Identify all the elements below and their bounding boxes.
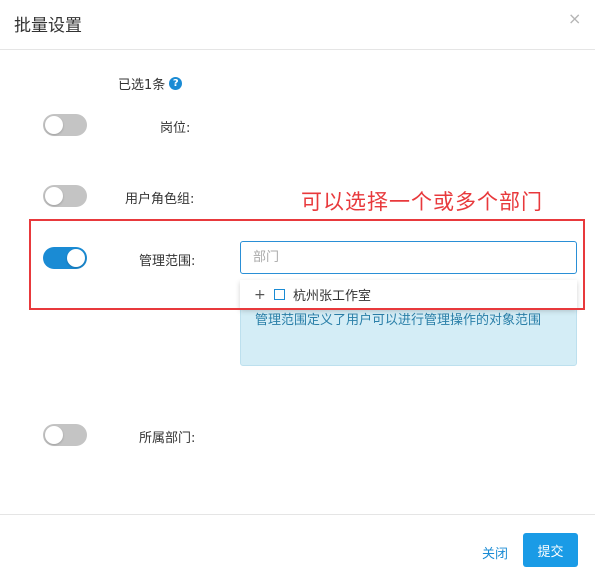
role-group-toggle[interactable] <box>43 185 87 207</box>
scope-info-box: 管理范围定义了用户可以进行管理操作的对象范围 <box>240 306 577 366</box>
annotation-text: 可以选择一个或多个部门 <box>301 190 543 214</box>
submit-button[interactable]: 提交 <box>523 533 578 567</box>
selection-text: 已选1条 <box>118 78 166 93</box>
toggle-knob <box>45 426 63 444</box>
close-button[interactable]: 关闭 <box>482 543 508 562</box>
department-toggle[interactable] <box>43 424 87 446</box>
selection-count: 已选1条 ? <box>118 74 183 93</box>
toggle-knob <box>45 116 63 134</box>
position-toggle[interactable] <box>43 114 87 136</box>
dialog-title: 批量设置 <box>14 16 82 36</box>
department-label: 所属部门: <box>139 431 196 446</box>
annotation-highlight-box <box>29 219 585 310</box>
role-group-label: 用户角色组: <box>125 192 195 207</box>
toggle-knob <box>45 187 63 205</box>
dialog-header: 批量设置 × <box>0 0 595 50</box>
position-label: 岗位: <box>160 121 191 136</box>
close-icon[interactable]: × <box>568 9 581 29</box>
help-icon[interactable]: ? <box>169 77 183 90</box>
